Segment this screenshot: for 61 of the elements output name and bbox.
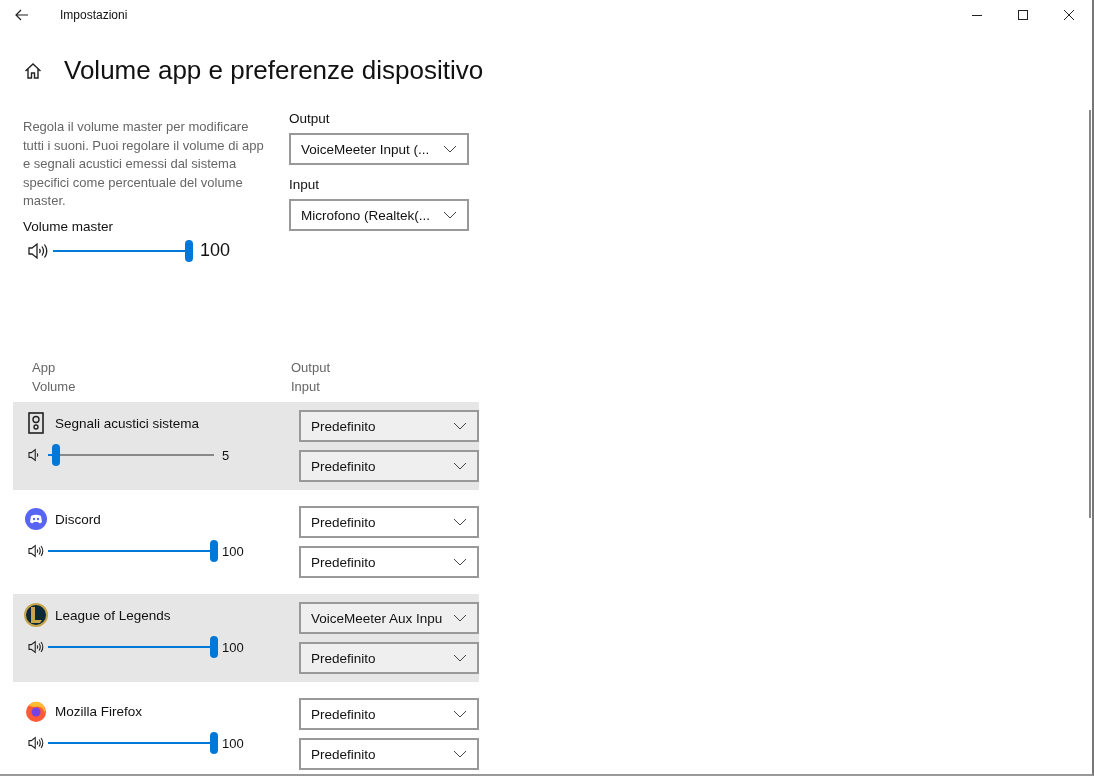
volume-reading: 5: [222, 447, 230, 463]
volume-reading: 100: [200, 240, 231, 261]
chevron-icon: [453, 462, 467, 470]
column-header: Input: [291, 378, 321, 396]
output-dropdown[interactable]: Predefinito: [299, 410, 479, 442]
master-volume-label: Volume master: [23, 218, 115, 234]
app-row[interactable]: Segnali acustici sistema 5 Predefinito Predefinito: [13, 402, 479, 490]
slider-thumb[interactable]: [210, 732, 218, 754]
input-dropdown[interactable]: Microfono (Realtek(...: [289, 199, 469, 231]
slider-thumb[interactable]: [185, 239, 193, 262]
app-name: Discord: [55, 511, 101, 527]
emblem-icon: [24, 603, 48, 627]
window-title: Impostazioni: [60, 8, 128, 22]
chevron-icon: [453, 518, 467, 526]
input-dropdown[interactable]: Predefinito: [299, 546, 479, 578]
volume-reading: 100: [222, 543, 244, 559]
output-dropdown[interactable]: Predefinito: [299, 506, 479, 538]
slider-thumb[interactable]: [52, 444, 61, 466]
column-header: Volume: [32, 378, 77, 396]
output-dropdown[interactable]: Predefinito: [299, 698, 479, 730]
volume-reading: 100: [222, 735, 244, 751]
input-dropdown[interactable]: Predefinito: [299, 642, 479, 674]
slider-thumb[interactable]: [210, 540, 218, 562]
speaker-icon: [27, 736, 45, 750]
output-dropdown[interactable]: VoiceMeeter Input (...: [289, 133, 469, 165]
chevron-icon: [453, 422, 467, 430]
game-controller-icon: [24, 508, 48, 530]
chevron-icon: [453, 558, 467, 566]
slider-thumb[interactable]: [210, 636, 218, 658]
scrollbar[interactable]: [1089, 110, 1091, 518]
input-dropdown[interactable]: Predefinito: [299, 450, 479, 482]
app-name: Mozilla Firefox: [55, 703, 143, 719]
home-icon[interactable]: [24, 61, 42, 80]
volume-reading: 100: [222, 639, 244, 655]
close-icon: [1063, 9, 1075, 21]
output-label: Output: [289, 111, 331, 126]
input-dropdown[interactable]: Predefinito: [299, 738, 479, 770]
column-header: Output: [291, 359, 331, 377]
app-row[interactable]: Mozilla Firefox 100 Predefinito Predefinito: [13, 690, 479, 774]
speaker-icon: [27, 241, 49, 260]
chevron-icon: [443, 145, 457, 153]
speaker-icon: [27, 544, 45, 558]
app-row[interactable]: League of Legends 100 VoiceMeeter Aux Inpu Predefinito: [13, 594, 479, 682]
chevron-icon: [453, 750, 467, 758]
speaker-icon: [27, 640, 45, 654]
output-dropdown[interactable]: VoiceMeeter Aux Inpu: [299, 602, 479, 634]
chevron-icon: [453, 710, 467, 718]
chevron-icon: [443, 211, 457, 219]
input-label: Input: [289, 177, 321, 192]
fox-globe-icon: [24, 700, 48, 722]
volume-slider[interactable]: [48, 444, 214, 466]
back-arrow-icon: [15, 9, 29, 21]
column-header: App: [32, 359, 57, 377]
app-name: Segnali acustici sistema: [55, 415, 200, 431]
page-title: Volume app e preferenze dispositivo: [64, 55, 484, 86]
app-name: League of Legends: [55, 607, 171, 623]
chevron-icon: [453, 654, 467, 662]
chevron-icon: [453, 614, 467, 622]
description-text: Regola il volume master per modificare tutti i suoni. Puoi regolare il volume di app e segnali acustici emessi dal sistema specifici come percentuale del volume master.: [23, 118, 265, 210]
maximize-icon: [1017, 9, 1029, 21]
app-row[interactable]: Discord 100 Predefinito Predefinito: [13, 498, 479, 586]
